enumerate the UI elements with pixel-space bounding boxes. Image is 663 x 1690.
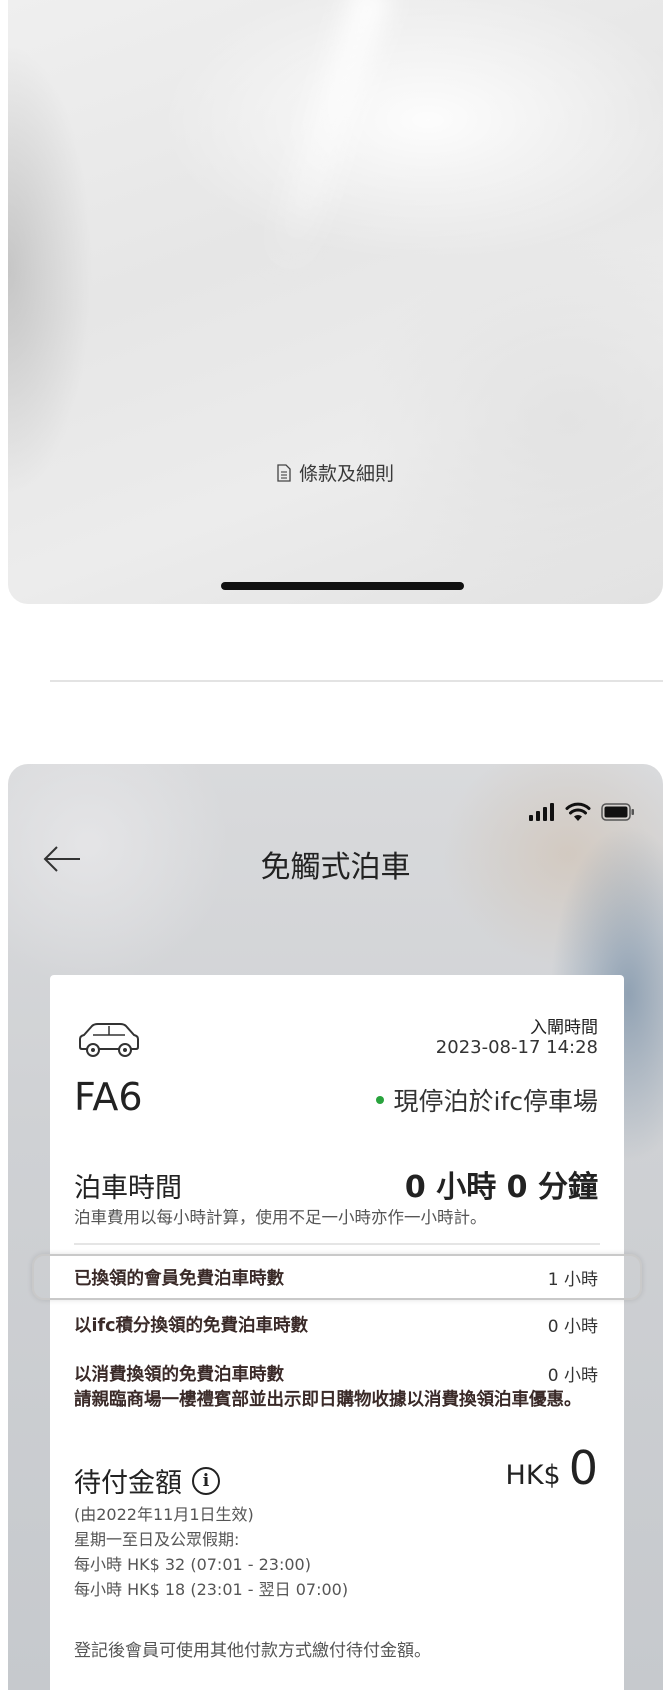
- points-free-hours-value: 0 小時: [547, 1317, 598, 1337]
- wifi-icon: [565, 802, 591, 821]
- parking-status-text: 現停泊於ifc停車場: [393, 1087, 599, 1116]
- status-dot-icon: [375, 1096, 384, 1104]
- terms-screen: 條款及細則: [8, 0, 663, 604]
- parking-time-note: 泊車費用以每小時計算，使用不足一小時亦作一小時計。: [74, 1208, 487, 1227]
- entry-time-value: 2023-08-17 14:28: [435, 1037, 598, 1058]
- comparison-page: 條款及細則 免觸式泊車 入閘時間 2023-08-17 14:28 FA6 現停…: [0, 0, 663, 1690]
- rate-info: (由2022年11月1日生效) 星期一至日及公眾假期: 每小時 HK$ 32 (…: [74, 1502, 348, 1602]
- page-title: 免觸式泊車: [260, 850, 411, 885]
- terms-link[interactable]: 條款及細則: [8, 459, 663, 486]
- info-icon[interactable]: i: [192, 1466, 220, 1495]
- parking-info-card: 入閘時間 2023-08-17 14:28 FA6 現停泊於ifc停車場 泊車時…: [32, 975, 642, 1690]
- points-free-hours-label: 以ifc積分換領的免費泊車時數: [74, 1316, 308, 1336]
- parking-status: 現停泊於ifc停車場: [375, 1082, 599, 1118]
- terms-link-label: 條款及細則: [298, 463, 394, 485]
- spending-redeem-note: 請親臨商場一樓禮賓部並出示即日購物收據以消費換領泊車優惠。: [74, 1390, 582, 1410]
- rate-line: (由2022年11月1日生效): [74, 1505, 254, 1524]
- payable-value: 0: [568, 1441, 598, 1495]
- document-icon: [277, 463, 291, 482]
- card-divider: [74, 1243, 600, 1245]
- rate-line: 每小時 HK$ 18 (23:01 - 翌日 07:00): [74, 1580, 349, 1599]
- section-divider: [50, 680, 663, 682]
- payable-currency: HK$: [505, 1460, 561, 1491]
- rate-line: 每小時 HK$ 32 (07:01 - 23:00): [74, 1555, 311, 1574]
- car-icon: [79, 1023, 139, 1057]
- payable-amount: HK$ 0: [506, 1441, 598, 1495]
- license-plate: FA6: [74, 1075, 143, 1119]
- contactless-parking-screen: 免觸式泊車 入閘時間 2023-08-17 14:28 FA6 現停泊於ifc停…: [8, 764, 663, 1690]
- parking-time-value: 0 小時 0 分鐘: [404, 1170, 598, 1205]
- payable-amount-label-text: 待付金額: [74, 1468, 182, 1499]
- home-indicator[interactable]: [221, 582, 464, 590]
- payment-footer-note: 登記後會員可使用其他付款方式繳付待付金額。: [74, 1641, 431, 1661]
- member-free-hours-value: 1 小時: [547, 1270, 598, 1290]
- spending-free-hours-label: 以消費換領的免費泊車時數: [74, 1365, 284, 1385]
- rate-line: 星期一至日及公眾假期:: [74, 1530, 240, 1549]
- payable-amount-label: 待付金額 i: [74, 1461, 220, 1500]
- member-free-hours-label: 已換領的會員免費泊車時數: [74, 1269, 284, 1289]
- status-bar: [529, 802, 635, 822]
- entry-time-label: 入閘時間: [530, 1018, 598, 1038]
- background-blur: [262, 0, 394, 279]
- parking-time-label: 泊車時間: [74, 1173, 182, 1204]
- battery-icon: [601, 803, 634, 821]
- signal-icon: [529, 803, 554, 821]
- spending-free-hours-value: 0 小時: [547, 1366, 598, 1386]
